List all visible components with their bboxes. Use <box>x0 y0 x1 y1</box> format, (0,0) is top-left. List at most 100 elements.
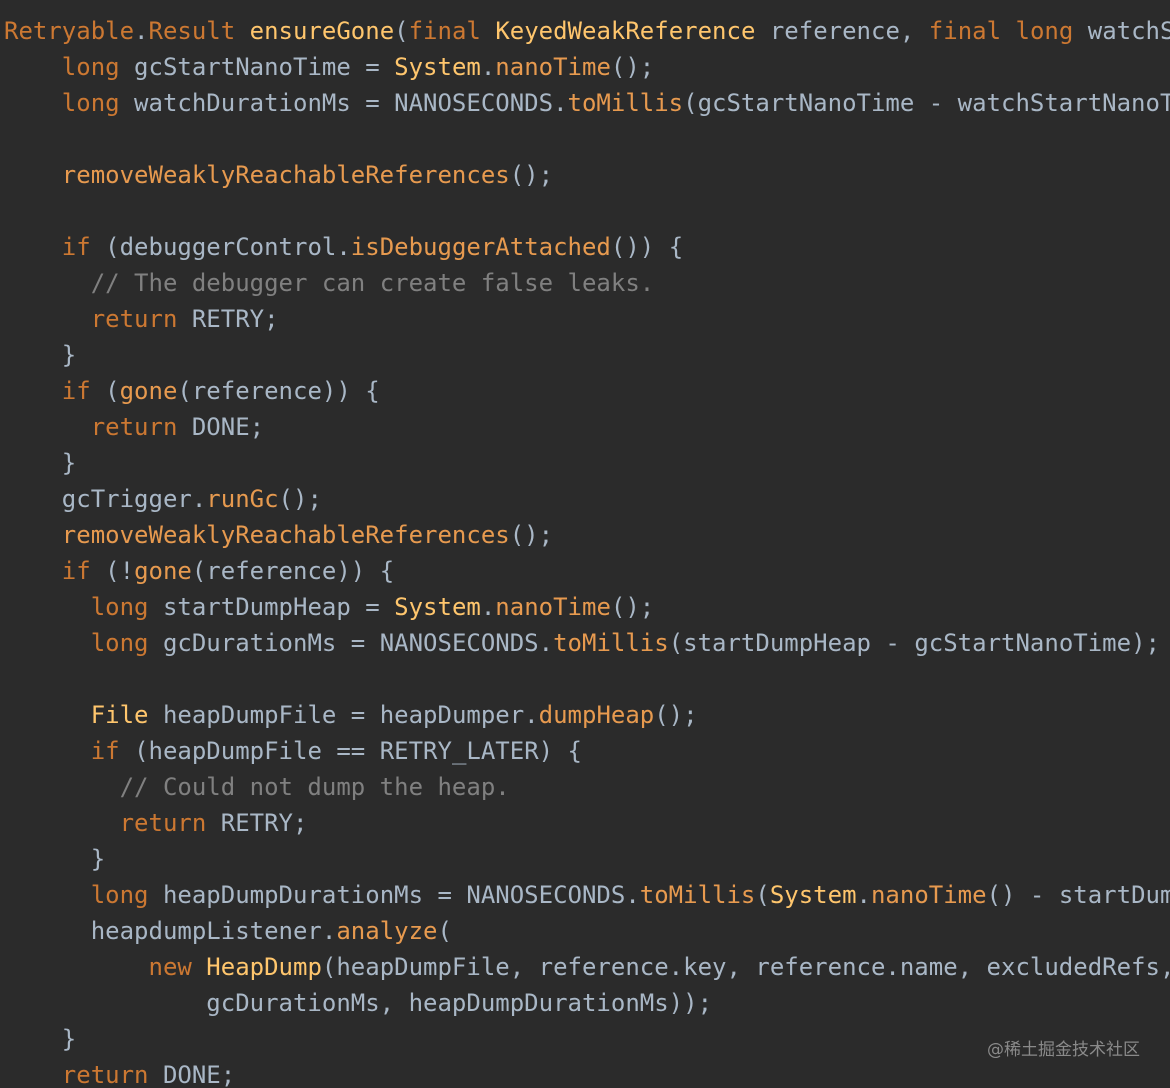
code-token: (); <box>610 53 655 81</box>
code-token: return <box>90 305 192 333</box>
code-line: if (!gone(reference)) { <box>4 553 394 589</box>
code-token: ( <box>437 917 452 945</box>
code-token: (gcStartNanoTime - watchStartNanoT <box>683 89 1170 117</box>
code-token: } <box>4 845 106 873</box>
code-token: final <box>408 17 496 45</box>
code-token: KeyedWeakReference <box>495 17 756 45</box>
code-token: (); <box>509 521 554 549</box>
code-line: } <box>4 841 105 877</box>
code-token: gcDurationMs = NANOSECONDS. <box>162 629 554 657</box>
code-token: toMillis <box>639 881 756 909</box>
code-line: Retryable.Result ensureGone(final KeyedW… <box>4 13 1170 49</box>
code-line: } <box>4 445 76 481</box>
code-token: (heapDumpFile, reference.key, reference.… <box>321 953 1170 981</box>
code-token: () - startDum <box>986 881 1170 909</box>
code-token: . <box>856 881 871 909</box>
code-token: gcDurationMs, heapDumpDurationMs)); <box>4 989 713 1017</box>
code-token: (); <box>278 485 322 513</box>
code-token: heapDumpDurationMs = NANOSECONDS. <box>162 881 640 909</box>
code-token: System <box>394 593 481 621</box>
code-token: ( <box>755 881 770 909</box>
code-token: return <box>119 809 221 837</box>
code-token: (! <box>105 557 135 585</box>
code-line: // Could not dump the heap. <box>4 769 510 805</box>
code-token: if <box>61 233 106 261</box>
code-line: heapdumpListener.analyze( <box>4 913 452 949</box>
code-token: } <box>4 341 77 369</box>
code-line: if (heapDumpFile == RETRY_LATER) { <box>4 733 582 769</box>
code-token: (reference)) { <box>191 557 395 585</box>
code-token: (heapDumpFile == RETRY_LATER) { <box>134 737 582 765</box>
code-token: runGc <box>206 485 279 513</box>
code-token: . <box>134 17 149 45</box>
code-token: gcTrigger. <box>4 485 207 513</box>
code-token: . <box>480 593 496 621</box>
code-token: } <box>4 449 77 477</box>
code-line: new HeapDump(heapDumpFile, reference.key… <box>4 949 1170 985</box>
code-token: watchDurationMs = NANOSECONDS. <box>134 89 568 117</box>
code-line: return RETRY; <box>4 805 308 841</box>
code-token: isDebuggerAttached <box>350 233 611 261</box>
code-token: long <box>90 629 163 657</box>
code-token: nanoTime <box>495 53 611 81</box>
code-line: if (debuggerControl.isDebuggerAttached()… <box>4 229 683 265</box>
code-token: ( <box>394 17 409 45</box>
code-token: if <box>61 377 106 405</box>
code-token: heapDumpFile = heapDumper. <box>162 701 539 729</box>
code-token: removeWeaklyReachableReferences <box>61 521 510 549</box>
code-line: } <box>4 1021 76 1057</box>
code-line: // The debugger can create false leaks. <box>4 265 655 301</box>
code-token: long <box>90 593 163 621</box>
code-token: System <box>394 53 481 81</box>
code-token: ()) { <box>610 233 684 261</box>
code-line: removeWeaklyReachableReferences(); <box>4 157 553 193</box>
code-line: removeWeaklyReachableReferences(); <box>4 517 553 553</box>
code-token: ensureGone <box>249 17 395 45</box>
code-line: long gcDurationMs = NANOSECONDS.toMillis… <box>4 625 1160 661</box>
code-line: long startDumpHeap = System.nanoTime(); <box>4 589 655 625</box>
code-line: long gcStartNanoTime = System.nanoTime()… <box>4 49 654 85</box>
code-token: (); <box>654 701 698 729</box>
code-token: long <box>90 881 163 909</box>
code-token: (); <box>509 161 554 189</box>
code-token: analyze <box>336 917 438 945</box>
code-token: new <box>148 953 207 981</box>
code-line: long watchDurationMs = NANOSECONDS.toMil… <box>4 85 1170 121</box>
code-token: removeWeaklyReachableReferences <box>61 161 510 189</box>
code-editor[interactable]: Retryable.Result ensureGone(final KeyedW… <box>0 0 1170 1088</box>
code-token: final <box>928 17 1016 45</box>
code-token: return <box>61 1061 163 1088</box>
code-line: } <box>4 337 76 373</box>
code-token: toMillis <box>567 89 684 117</box>
code-token: long <box>1015 17 1088 45</box>
code-token: (reference)) { <box>177 377 380 405</box>
code-token: long <box>61 89 135 117</box>
code-token: toMillis <box>553 629 669 657</box>
code-line: long heapDumpDurationMs = NANOSECONDS.to… <box>4 877 1170 913</box>
code-token: DONE; <box>191 413 265 441</box>
code-token: ( <box>105 377 120 405</box>
code-token: (startDumpHeap - gcStartNanoTime); <box>668 629 1160 657</box>
code-token: heapdumpListener. <box>4 917 337 945</box>
code-token: reference, <box>755 17 929 45</box>
code-token: } <box>4 1025 77 1053</box>
code-line: return DONE; <box>4 1057 235 1088</box>
code-token: // The debugger can create false leaks. <box>90 269 655 297</box>
code-token: long <box>61 53 135 81</box>
code-token: . <box>480 53 496 81</box>
